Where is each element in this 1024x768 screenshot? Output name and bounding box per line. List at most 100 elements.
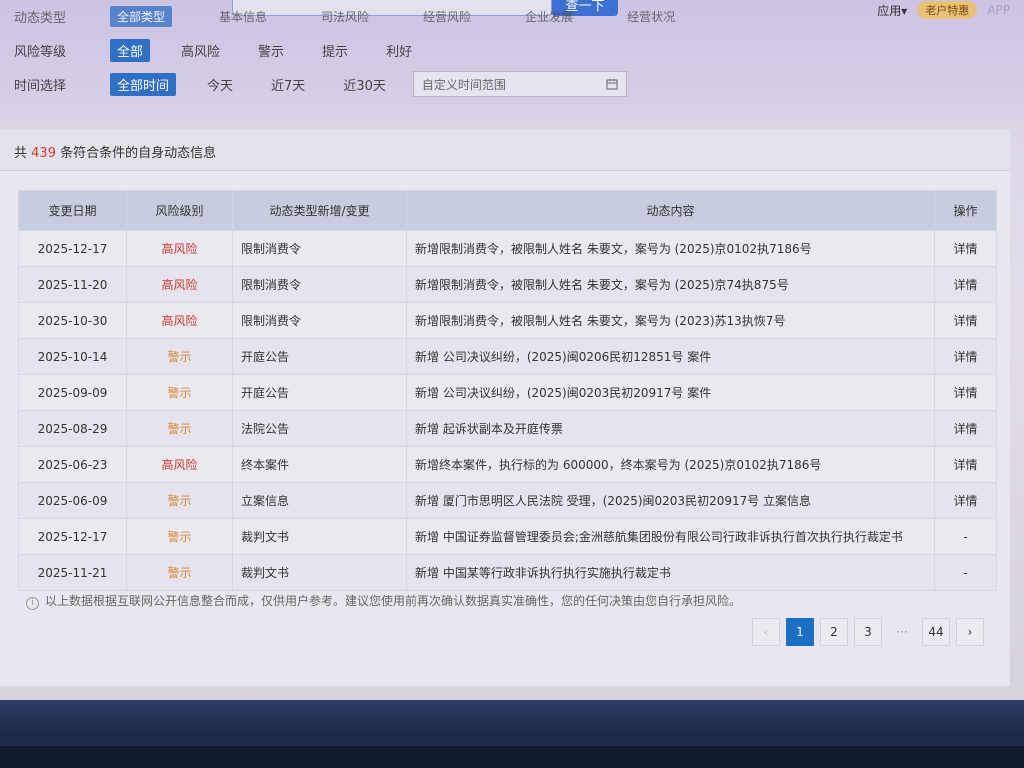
- header-action: 操作: [934, 190, 997, 231]
- row-detail-link[interactable]: 详情: [934, 482, 997, 519]
- time-filter-label: 时间选择: [14, 78, 67, 94]
- row-change-type: 限制消费令: [232, 266, 407, 303]
- row-detail-link[interactable]: 详情: [934, 302, 997, 339]
- row-content: 新增 起诉状副本及开庭传票: [406, 410, 935, 447]
- row-change-type: 法院公告: [232, 410, 407, 447]
- row-detail-link[interactable]: 详情: [934, 338, 997, 375]
- table-header-row: 变更日期 风险级别 动态类型新增/变更 动态内容 操作: [18, 190, 997, 231]
- dynamics-table: 变更日期 风险级别 动态类型新增/变更 动态内容 操作 2025-12-17 高风…: [18, 190, 997, 591]
- row-date: 2025-12-17: [18, 518, 127, 555]
- table-row: 2025-10-14 警示 开庭公告 新增 公司决议纠纷，(2025)闽0206民初1…: [18, 338, 997, 375]
- date-range-picker[interactable]: 自定义时间范围: [412, 71, 627, 97]
- type-option-judicial[interactable]: 司法风险: [314, 6, 376, 27]
- taskbar: [0, 746, 1024, 768]
- row-change-type: 限制消费令: [232, 302, 407, 339]
- time-filter-row: 时间选择 全部时间 今天 近7天 近30天 自定义时间范围: [14, 71, 627, 97]
- row-risk-level: 警示: [126, 518, 233, 555]
- info-icon: i: [26, 597, 39, 610]
- header-date: 变更日期: [18, 190, 127, 231]
- header-content: 动态内容: [406, 190, 935, 231]
- calendar-icon: [606, 79, 618, 90]
- row-date: 2025-10-30: [18, 302, 127, 339]
- row-change-type: 限制消费令: [232, 230, 407, 267]
- risk-option-warning[interactable]: 警示: [251, 39, 291, 62]
- type-filter-row: 动态类型 全部类型 基本信息 司法风险 经营风险 企业发展 经营状况: [14, 4, 722, 28]
- type-option-all[interactable]: 全部类型: [110, 5, 173, 27]
- risk-option-positive[interactable]: 利好: [379, 39, 419, 62]
- table-row: 2025-11-20 高风险 限制消费令 新增限制消费令，被限制人姓名 朱要文，案号为…: [18, 266, 997, 303]
- row-content: 新增限制消费令，被限制人姓名 朱要文，案号为 (2025)京0102执7186号: [406, 230, 935, 267]
- page-2-button[interactable]: 2: [820, 618, 848, 646]
- row-date: 2025-08-29: [18, 410, 127, 447]
- type-option-basic[interactable]: 基本信息: [212, 6, 274, 27]
- count-suffix: 条符合条件的自身动态信息: [60, 146, 217, 161]
- top-right-bar: 应用▾ 老户特惠 APP: [877, 0, 1024, 20]
- page-3-button[interactable]: 3: [854, 618, 882, 646]
- risk-option-notice[interactable]: 提示: [315, 39, 355, 62]
- risk-filter-row: 风险等级 全部 高风险 警示 提示 利好: [14, 38, 443, 62]
- row-risk-level: 高风险: [126, 302, 233, 339]
- table-row: 2025-12-17 高风险 限制消费令 新增限制消费令，被限制人姓名 朱要文，案号为…: [18, 230, 997, 267]
- risk-option-high[interactable]: 高风险: [174, 39, 227, 62]
- type-filter-label: 动态类型: [14, 10, 67, 26]
- type-option-development[interactable]: 企业发展: [518, 6, 580, 27]
- type-option-operating-risk[interactable]: 经营风险: [416, 6, 478, 27]
- row-detail-link[interactable]: 详情: [934, 374, 997, 411]
- app-link[interactable]: APP: [987, 3, 1010, 17]
- prev-page-button[interactable]: ‹: [752, 618, 780, 646]
- result-count: 共 439 条符合条件的自身动态信息: [14, 142, 216, 161]
- row-risk-level: 警示: [126, 482, 233, 519]
- row-content: 新增限制消费令，被限制人姓名 朱要文，案号为 (2023)苏13执恢7号: [406, 302, 935, 339]
- row-risk-level: 警示: [126, 338, 233, 375]
- time-option-all[interactable]: 全部时间: [110, 72, 177, 96]
- row-detail-link[interactable]: 详情: [934, 446, 997, 483]
- date-range-placeholder: 自定义时间范围: [421, 77, 506, 92]
- row-content: 新增 公司决议纠纷，(2025)闽0206民初12851号 案件: [406, 338, 935, 375]
- row-risk-level: 高风险: [126, 230, 233, 267]
- row-date: 2025-06-09: [18, 482, 127, 519]
- row-content: 新增 公司决议纠纷，(2025)闽0203民初20917号 案件: [406, 374, 935, 411]
- table-row: 2025-10-30 高风险 限制消费令 新增限制消费令，被限制人姓名 朱要文，案号为…: [18, 302, 997, 339]
- count-number: 439: [31, 146, 56, 161]
- header-type: 动态类型新增/变更: [232, 190, 407, 231]
- row-date: 2025-11-20: [18, 266, 127, 303]
- row-risk-level: 警示: [126, 374, 233, 411]
- row-date: 2025-09-09: [18, 374, 127, 411]
- row-date: 2025-12-17: [18, 230, 127, 267]
- row-change-type: 开庭公告: [232, 374, 407, 411]
- table-row: 2025-06-09 警示 立案信息 新增 厦门市思明区人民法院 受理，(2025)闽…: [18, 482, 997, 519]
- row-date: 2025-11-21: [18, 554, 127, 591]
- page-1-button[interactable]: 1: [786, 618, 814, 646]
- disclaimer: i 以上数据根据互联网公开信息整合而成，仅供用户参考。建议您使用前再次确认数据真实…: [26, 592, 741, 610]
- row-change-type: 立案信息: [232, 482, 407, 519]
- page-last-button[interactable]: 44: [922, 618, 950, 646]
- row-date: 2025-06-23: [18, 446, 127, 483]
- result-summary-bar: 共 439 条符合条件的自身动态信息: [0, 130, 1010, 171]
- app-menu[interactable]: 应用▾: [877, 2, 907, 19]
- row-detail-link: -: [934, 554, 997, 591]
- row-detail-link[interactable]: 详情: [934, 410, 997, 447]
- row-risk-level: 高风险: [126, 446, 233, 483]
- table-row: 2025-12-17 警示 裁判文书 新增 中国证券监督管理委员会;金洲慈航集团股份有…: [18, 518, 997, 555]
- time-option-today[interactable]: 今天: [200, 73, 240, 96]
- next-page-button[interactable]: ›: [956, 618, 984, 646]
- row-date: 2025-10-14: [18, 338, 127, 375]
- type-option-status[interactable]: 经营状况: [620, 6, 682, 27]
- table-row: 2025-06-23 高风险 终本案件 新增终本案件，执行标的为 600000，终本案…: [18, 446, 997, 483]
- row-detail-link[interactable]: 详情: [934, 266, 997, 303]
- risk-option-all[interactable]: 全部: [110, 38, 151, 62]
- row-risk-level: 警示: [126, 410, 233, 447]
- row-content: 新增 中国证券监督管理委员会;金洲慈航集团股份有限公司行政非诉执行首次执行执行裁…: [406, 518, 935, 555]
- time-option-7days[interactable]: 近7天: [264, 73, 312, 96]
- filter-panel: 查一下 应用▾ 老户特惠 APP 动态类型 全部类型 基本信息 司法风险 经营风…: [0, 0, 1024, 120]
- vip-badge[interactable]: 老户特惠: [917, 1, 978, 19]
- row-detail-link[interactable]: 详情: [934, 230, 997, 267]
- pagination: ‹ 1 2 3 ··· 44 ›: [752, 618, 984, 646]
- time-option-30days[interactable]: 近30天: [336, 73, 393, 96]
- table-row: 2025-11-21 警示 裁判文书 新增 中国某等行政非诉执行执行实施执行裁定书 -: [18, 554, 997, 591]
- header-risk: 风险级别: [126, 190, 233, 231]
- disclaimer-text: 以上数据根据互联网公开信息整合而成，仅供用户参考。建议您使用前再次确认数据真实准…: [45, 594, 742, 608]
- row-change-type: 裁判文书: [232, 518, 407, 555]
- row-change-type: 开庭公告: [232, 338, 407, 375]
- row-risk-level: 警示: [126, 554, 233, 591]
